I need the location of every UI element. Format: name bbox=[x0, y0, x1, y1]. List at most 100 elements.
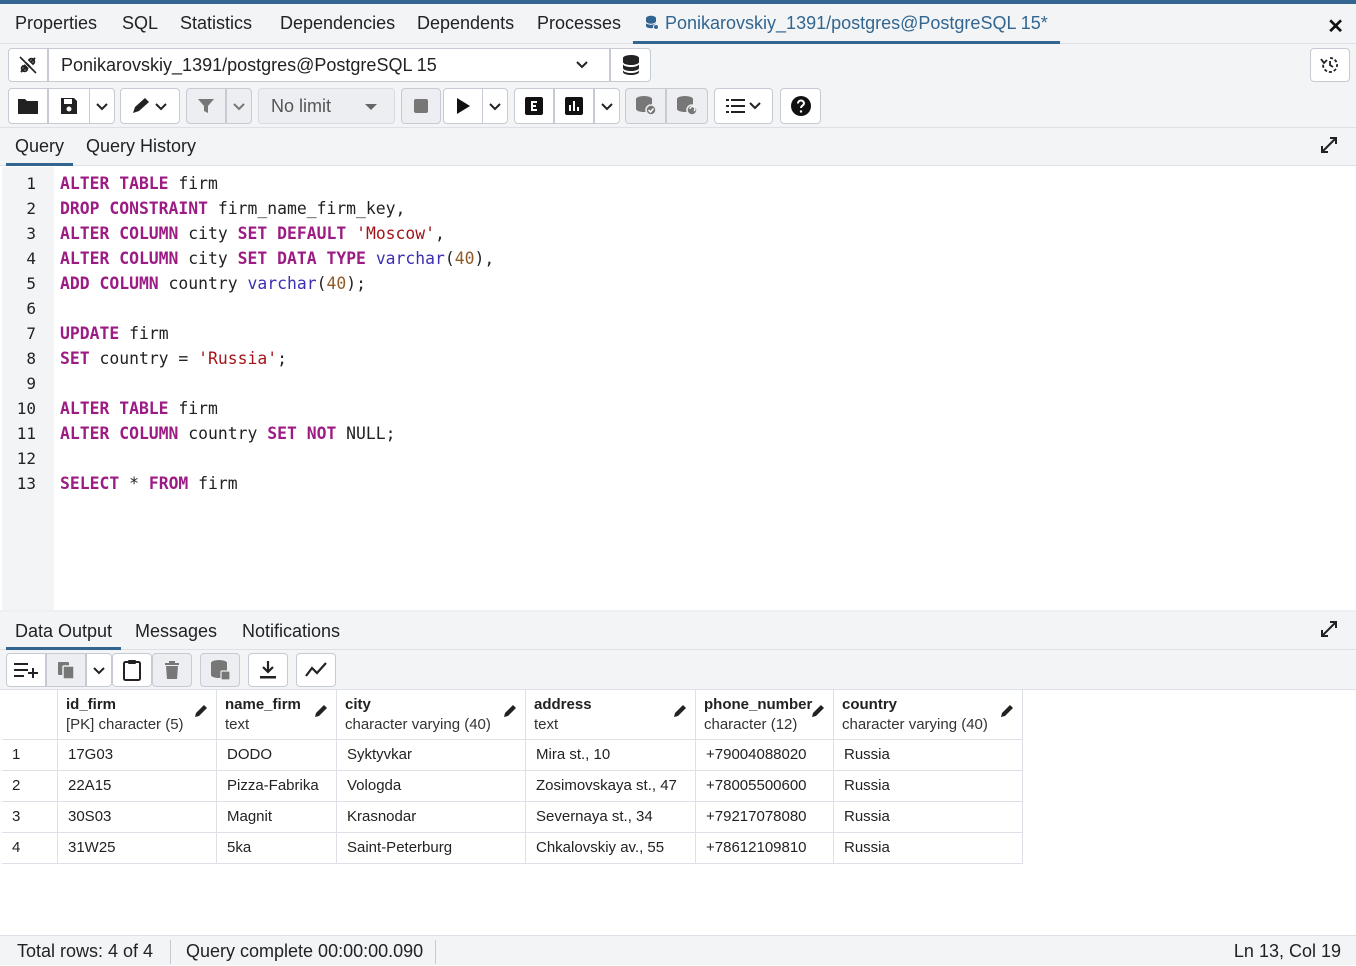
table-cell[interactable]: +79217078080 bbox=[696, 802, 834, 833]
delete-button[interactable] bbox=[152, 653, 192, 687]
tab-properties[interactable]: Properties bbox=[15, 4, 97, 44]
edit-column-pencil-icon[interactable] bbox=[811, 704, 825, 718]
table-cell[interactable]: Russia bbox=[834, 740, 1023, 771]
edit-column-pencil-icon[interactable] bbox=[194, 704, 208, 718]
maximize-output-icon[interactable] bbox=[1320, 620, 1338, 638]
connection-select[interactable]: Ponikarovskiy_1391/postgres@PostgreSQL 1… bbox=[48, 48, 610, 82]
row-number[interactable]: 3 bbox=[2, 802, 58, 833]
sql-type: varchar bbox=[247, 274, 317, 293]
edit-column-pencil-icon[interactable] bbox=[503, 704, 517, 718]
connection-select-value: Ponikarovskiy_1391/postgres@PostgreSQL 1… bbox=[61, 55, 437, 75]
connection-status-button[interactable] bbox=[8, 48, 48, 82]
tab-query-history[interactable]: Query History bbox=[86, 128, 196, 166]
explain-options-button[interactable] bbox=[594, 88, 620, 124]
add-row-button[interactable] bbox=[6, 653, 46, 687]
filter-button[interactable] bbox=[186, 88, 226, 124]
download-button[interactable] bbox=[248, 653, 288, 687]
sql-keyword: SET bbox=[60, 349, 90, 368]
refresh-icon bbox=[1320, 57, 1338, 73]
table-cell[interactable]: +79004088020 bbox=[696, 740, 834, 771]
table-cell[interactable]: Magnit bbox=[217, 802, 337, 833]
tab-dependents[interactable]: Dependents bbox=[417, 4, 514, 44]
table-cell[interactable]: Russia bbox=[834, 771, 1023, 802]
tab-statistics[interactable]: Statistics bbox=[180, 4, 252, 44]
edit-column-pencil-icon[interactable] bbox=[314, 704, 328, 718]
rollback-button[interactable] bbox=[666, 88, 708, 124]
sql-keyword: SET DATA TYPE bbox=[237, 249, 366, 268]
sql-type: varchar bbox=[375, 249, 445, 268]
table-cell[interactable]: 31W25 bbox=[58, 833, 217, 864]
table-cell[interactable]: Mira st., 10 bbox=[526, 740, 696, 771]
table-cell[interactable]: Chkalovskiy av., 55 bbox=[526, 833, 696, 864]
save-data-button[interactable] bbox=[200, 653, 240, 687]
table-cell[interactable]: Saint-Peterburg bbox=[337, 833, 526, 864]
column-header-id-firm[interactable]: id_firm [PK] character (5) bbox=[58, 690, 217, 740]
execute-button[interactable] bbox=[443, 88, 483, 124]
filter-options-button[interactable] bbox=[226, 88, 252, 124]
tab-notifications[interactable]: Notifications bbox=[242, 616, 340, 650]
column-header-name-firm[interactable]: name_firm text bbox=[217, 690, 337, 740]
sql-keyword: ALTER TABLE bbox=[60, 399, 169, 418]
line-number: 11 bbox=[16, 424, 36, 443]
commit-button[interactable] bbox=[625, 88, 666, 124]
save-options-button[interactable] bbox=[89, 88, 115, 124]
graph-visualiser-button[interactable] bbox=[296, 653, 336, 687]
grid-corner-header[interactable] bbox=[2, 690, 58, 740]
table-cell[interactable]: Vologda bbox=[337, 771, 526, 802]
copy-options-button[interactable] bbox=[86, 653, 112, 687]
row-number[interactable]: 2 bbox=[2, 771, 58, 802]
row-number[interactable]: 1 bbox=[2, 740, 58, 771]
column-header-city[interactable]: city character varying (40) bbox=[337, 690, 526, 740]
table-cell[interactable]: +78005500600 bbox=[696, 771, 834, 802]
edit-column-pencil-icon[interactable] bbox=[673, 704, 687, 718]
table-cell[interactable]: Russia bbox=[834, 802, 1023, 833]
table-cell[interactable]: 5ka bbox=[217, 833, 337, 864]
sql-keyword: DROP CONSTRAINT bbox=[60, 199, 209, 218]
table-cell[interactable]: 17G03 bbox=[58, 740, 217, 771]
table-cell[interactable]: Severnaya st., 34 bbox=[526, 802, 696, 833]
explain-analyze-button[interactable] bbox=[554, 88, 594, 124]
paste-button[interactable] bbox=[112, 653, 152, 687]
table-cell[interactable]: Zosimovskaya st., 47 bbox=[526, 771, 696, 802]
column-header-country[interactable]: country character varying (40) bbox=[834, 690, 1023, 740]
table-cell[interactable]: 30S03 bbox=[58, 802, 217, 833]
copy-button[interactable] bbox=[46, 653, 86, 687]
column-header-phone-number[interactable]: phone_number character (12) bbox=[696, 690, 834, 740]
data-grid: id_firm [PK] character (5) name_firm text ci… bbox=[2, 690, 1356, 935]
explain-button[interactable] bbox=[514, 88, 554, 124]
sql-editor[interactable]: 1 2 3 4 5 6 7 8 9 10 11 12 13 ALTER TABL… bbox=[0, 167, 1356, 610]
column-name: phone_number bbox=[704, 696, 813, 713]
table-cell[interactable]: Pizza-Fabrika bbox=[217, 771, 337, 802]
help-button[interactable] bbox=[780, 88, 821, 124]
table-cell[interactable]: Russia bbox=[834, 833, 1023, 864]
save-file-button[interactable] bbox=[48, 88, 90, 124]
tab-query[interactable]: Query bbox=[6, 128, 74, 166]
tab-dependencies[interactable]: Dependencies bbox=[280, 4, 395, 44]
close-icon[interactable]: ✕ bbox=[1327, 14, 1344, 39]
tab-sql[interactable]: SQL bbox=[122, 4, 158, 44]
tab-query-tool[interactable]: Ponikarovskiy_1391/postgres@PostgreSQL 1… bbox=[633, 4, 1060, 44]
tab-data-output[interactable]: Data Output bbox=[6, 616, 122, 650]
execute-options-button[interactable] bbox=[482, 88, 508, 124]
table-cell[interactable]: DODO bbox=[217, 740, 337, 771]
table-cell[interactable]: +78612109810 bbox=[696, 833, 834, 864]
stop-button[interactable] bbox=[401, 88, 441, 124]
column-name: name_firm bbox=[225, 696, 301, 713]
row-number[interactable]: 4 bbox=[2, 833, 58, 864]
edit-column-pencil-icon[interactable] bbox=[1000, 704, 1014, 718]
new-connection-button[interactable] bbox=[610, 48, 651, 82]
sql-text: ); bbox=[346, 274, 366, 293]
table-cell[interactable]: 22A15 bbox=[58, 771, 217, 802]
tab-messages[interactable]: Messages bbox=[135, 616, 217, 650]
maximize-editor-icon[interactable] bbox=[1320, 136, 1338, 154]
macros-button[interactable] bbox=[714, 88, 773, 124]
line-number: 12 bbox=[16, 449, 36, 468]
table-cell[interactable]: Syktyvkar bbox=[337, 740, 526, 771]
column-header-address[interactable]: address text bbox=[526, 690, 696, 740]
open-file-button[interactable] bbox=[8, 88, 48, 124]
reset-layout-button[interactable] bbox=[1310, 48, 1350, 82]
table-cell[interactable]: Krasnodar bbox=[337, 802, 526, 833]
edit-button[interactable] bbox=[120, 88, 180, 124]
row-limit-select[interactable]: No limit bbox=[258, 88, 395, 124]
tab-processes[interactable]: Processes bbox=[537, 4, 621, 44]
